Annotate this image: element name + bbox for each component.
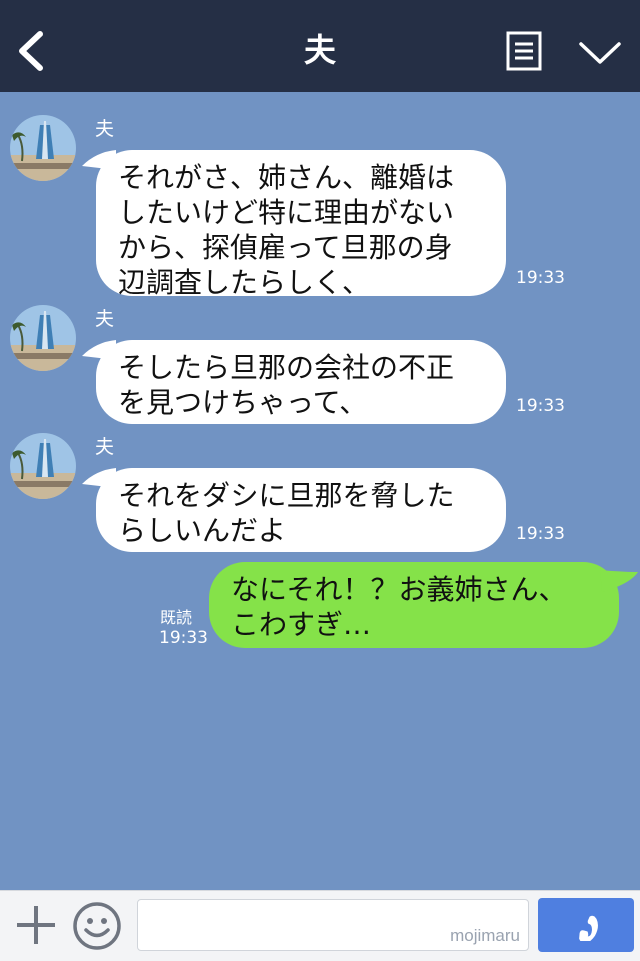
message-input[interactable]: mojimaru (137, 899, 529, 951)
smiley-icon[interactable] (72, 901, 122, 951)
input-bar: mojimaru (0, 890, 640, 961)
avatar[interactable] (10, 433, 76, 499)
chat-title: 夫 (303, 31, 336, 69)
plus-icon[interactable] (14, 903, 58, 947)
call-button[interactable] (538, 898, 634, 952)
read-receipt: 既読 (160, 608, 193, 627)
watermark-text: mojimaru (450, 926, 520, 945)
notes-icon[interactable] (506, 31, 542, 71)
sender-name: 夫 (95, 436, 115, 458)
message-bubble-outgoing[interactable]: なにそれ！？お義姉さん、 こわすぎ… (209, 562, 619, 648)
phone-icon (579, 915, 598, 941)
message-time: 19:33 (159, 628, 208, 648)
message-bubble[interactable]: それをダシに旦那を脅した らしいんだよ (96, 468, 506, 552)
chat-header: 夫 (0, 0, 640, 92)
bubble-tail (600, 570, 638, 592)
sender-name: 夫 (95, 118, 115, 140)
message-time: 19:33 (516, 268, 565, 288)
message-bubble[interactable]: そしたら旦那の会社の不正 を見つけちゃって、 (96, 340, 506, 424)
chevron-down-icon[interactable] (578, 38, 622, 68)
message-bubble[interactable]: それがさ、姉さん、離婚は したいけど特に理由がない から、探偵雇って旦那の身 辺… (96, 150, 506, 299)
avatar[interactable] (10, 115, 76, 181)
sender-name: 夫 (95, 308, 115, 330)
message-time: 19:33 (516, 396, 565, 416)
avatar[interactable] (10, 305, 76, 371)
message-time: 19:33 (516, 524, 565, 544)
